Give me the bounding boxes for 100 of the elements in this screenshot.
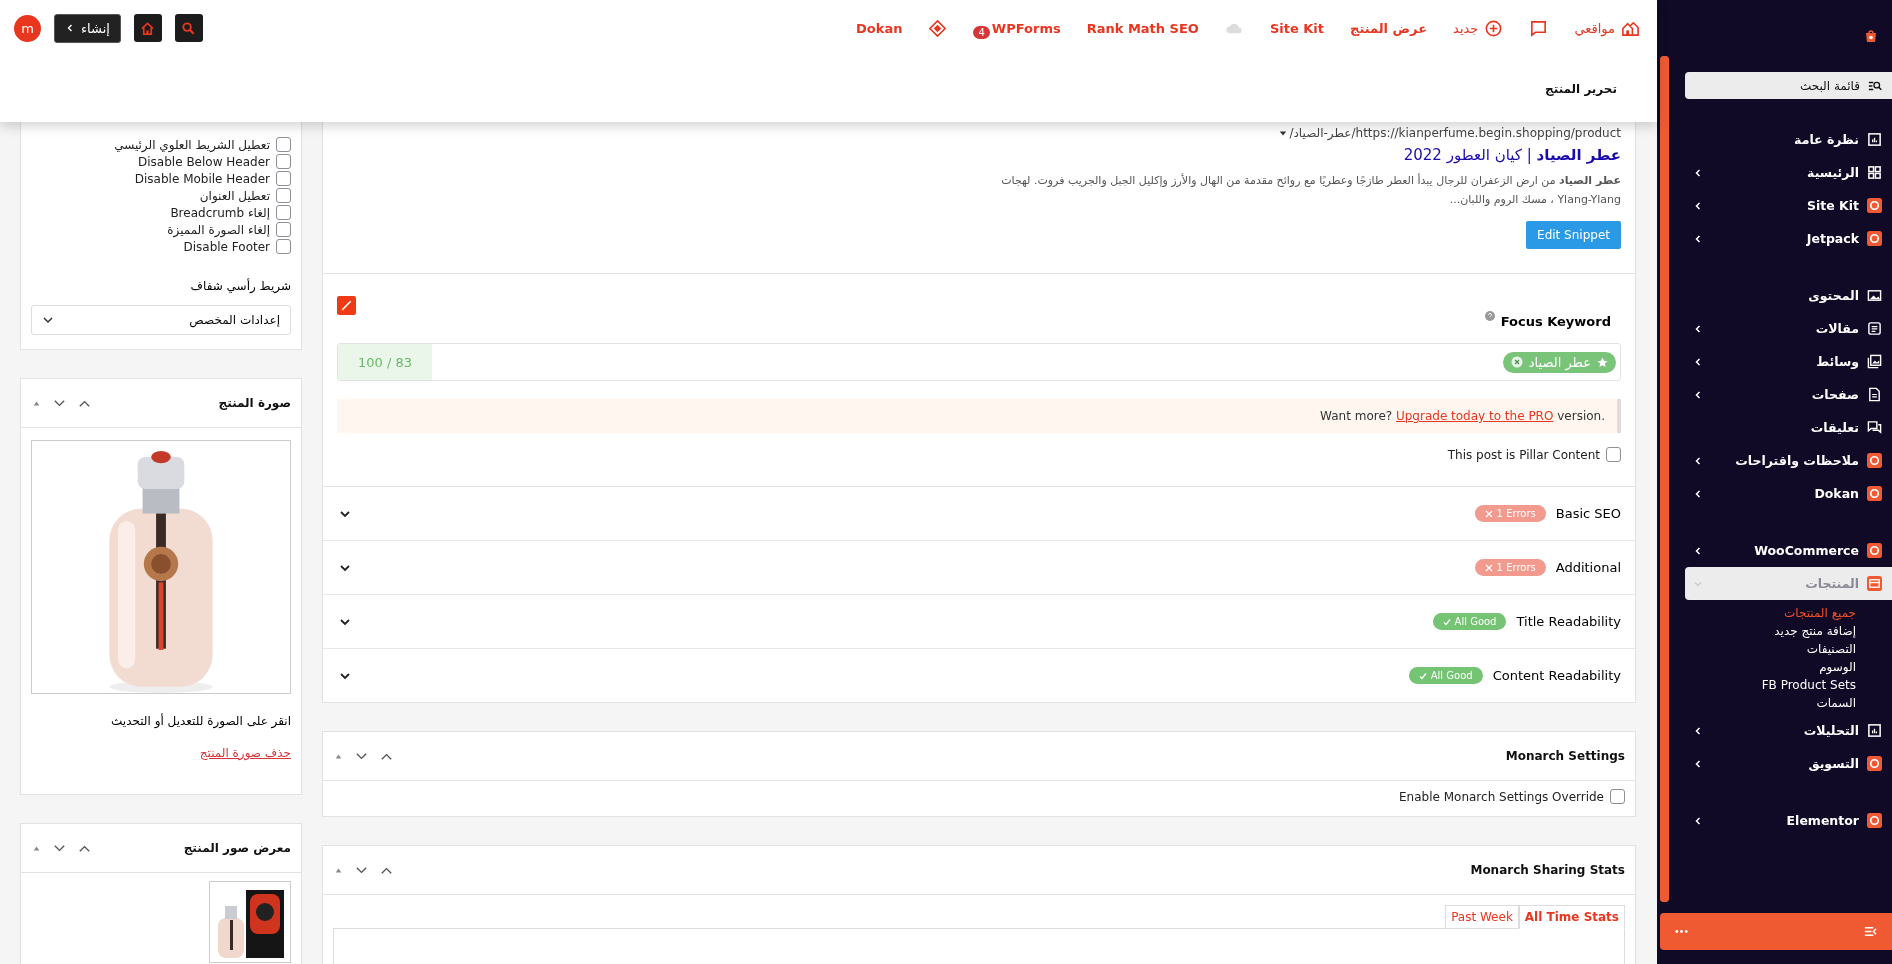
- section-toggle[interactable]: Basic SEO: [1555, 506, 1621, 522]
- menu-item[interactable]: التحليلات: [1685, 714, 1892, 747]
- plugin-logo-icon: [1867, 198, 1882, 213]
- menu-item[interactable]: مقالات: [1685, 312, 1892, 345]
- plugin-logo-icon: [1867, 756, 1882, 771]
- keyword-score: 100 / 83: [338, 344, 432, 381]
- status-badge: All Good: [1432, 613, 1507, 631]
- menu-item[interactable]: نظرة عامة: [1685, 123, 1892, 156]
- grid-icon: [1867, 165, 1882, 180]
- upgrade-notice: Want more? Upgrade today to the PRO version.: [337, 399, 1621, 434]
- toolbar-link[interactable]: عرض المنتج: [1350, 20, 1428, 36]
- chevron-icon: [65, 23, 75, 33]
- toolbar-link[interactable]: WPForms: [991, 20, 1061, 36]
- menu-item[interactable]: صفحات: [1685, 378, 1892, 411]
- panel-title: صورة المنتج: [218, 396, 291, 410]
- menu-item[interactable]: ملاحظات واقتراحات: [1685, 444, 1892, 477]
- menu-item[interactable]: WooCommerce: [1685, 534, 1892, 567]
- pen-icon[interactable]: [337, 296, 356, 316]
- submenu-item[interactable]: FB Product Sets: [1761, 678, 1856, 692]
- chevron-icon: [42, 314, 54, 326]
- section-toggle[interactable]: Additional: [1555, 560, 1621, 576]
- image-caption: انقر على الصورة للتعديل أو التحديث: [110, 714, 291, 728]
- home-icon: [140, 20, 156, 36]
- checkbox[interactable]: [276, 137, 291, 152]
- media-icon: [1867, 354, 1882, 369]
- search-button[interactable]: [174, 14, 203, 42]
- checkbox-label: Disable Mobile Header: [134, 171, 270, 186]
- toolbar-link[interactable]: Rank Math SEO: [1086, 20, 1199, 36]
- tab[interactable]: All Time Stats: [1518, 905, 1625, 930]
- checkbox[interactable]: [276, 239, 291, 254]
- toolbar-link[interactable]: جديد: [1453, 18, 1504, 38]
- remove-image-link[interactable]: حذف صورة المنتج: [199, 746, 291, 760]
- status-badge: All Good: [1408, 667, 1483, 685]
- checkbox-label: This post is Pillar Content: [1447, 447, 1600, 462]
- section-toggle[interactable]: Title Readability: [1516, 614, 1621, 630]
- chart-icon: [1867, 132, 1882, 147]
- create-button[interactable]: إنشاء: [54, 13, 121, 43]
- checkbox-label: تعطيل الشريط العلوي الرئيسي: [114, 137, 270, 152]
- scroll-bar[interactable]: [1660, 56, 1669, 902]
- tab[interactable]: Past Week: [1445, 905, 1519, 930]
- search-field[interactable]: قائمة البحث: [1685, 72, 1892, 99]
- diamond-icon[interactable]: [928, 18, 948, 38]
- checkbox[interactable]: [276, 205, 291, 220]
- link-label: جديد: [1453, 20, 1479, 36]
- snippet-url: https://kianperfume.begin.shopping/product/عطر-الصياد/: [1289, 126, 1621, 140]
- menu-item[interactable]: المحتوى: [1685, 279, 1892, 312]
- avatar[interactable]: m: [14, 14, 41, 42]
- submenu-item[interactable]: إضافة منتج جديد: [1774, 624, 1856, 638]
- plus-icon: [1484, 18, 1504, 38]
- dropdown[interactable]: إعدادات المخصص: [31, 305, 291, 335]
- caret-icon: [1279, 129, 1288, 137]
- toolbar-link[interactable]: Site Kit: [1269, 20, 1325, 36]
- checkbox[interactable]: [276, 154, 291, 169]
- checkbox[interactable]: [1610, 789, 1625, 805]
- count-badge: 4: [973, 25, 990, 39]
- panel-title: Monarch Settings: [1505, 749, 1625, 764]
- menu-item[interactable]: Site Kit: [1685, 189, 1892, 222]
- section-toggle[interactable]: Content Readability: [1492, 668, 1621, 684]
- submenu-item[interactable]: السمات: [1816, 696, 1856, 710]
- plugin-logo-icon: [1867, 543, 1882, 558]
- comment-icon[interactable]: [1529, 18, 1549, 38]
- page-title: تحرير المنتج: [1544, 81, 1618, 96]
- search-icon: [181, 20, 197, 36]
- plugin-logo-icon: [1867, 453, 1882, 468]
- menu-item[interactable]: Elementor: [1685, 804, 1892, 837]
- checkbox[interactable]: [276, 171, 291, 186]
- checkbox[interactable]: [276, 222, 291, 237]
- checkbox[interactable]: [1606, 447, 1621, 463]
- home-button[interactable]: [133, 14, 162, 42]
- plugin-logo-icon: [1867, 486, 1882, 501]
- menu-item[interactable]: Dokan: [1685, 477, 1892, 510]
- menu-item[interactable]: وسائط: [1685, 345, 1892, 378]
- menu-item[interactable]: الرئيسية: [1685, 156, 1892, 189]
- plugin-logo-icon: [1867, 231, 1882, 246]
- focus-keyword-label: Focus Keyword: [1500, 314, 1612, 330]
- checkbox[interactable]: [276, 188, 291, 203]
- upgrade-link[interactable]: Upgrade today to the PRO: [1395, 409, 1554, 424]
- checkbox-label: Disable Below Header: [138, 154, 270, 169]
- toolbar-link[interactable]: Dokan: [856, 20, 903, 36]
- checkbox-label: تعطيل العنوان: [199, 188, 270, 203]
- checkbox-label: إلغاء الصورة المميزة: [167, 222, 270, 237]
- help-icon[interactable]: [1484, 311, 1495, 322]
- snippet-title: عطر الصياد | كيان العطور 2022: [1403, 146, 1621, 164]
- submenu-item[interactable]: جميع المنتجات: [1783, 606, 1856, 620]
- field-label: شريط رأسي شفاف: [189, 279, 291, 293]
- collapse-icon[interactable]: [1863, 924, 1878, 939]
- submenu-item[interactable]: التصنيفات: [1806, 642, 1856, 656]
- site-logo-icon[interactable]: [1864, 29, 1878, 43]
- checkbox-label: Disable Footer: [183, 239, 270, 254]
- toolbar-link[interactable]: مواقعي: [1574, 18, 1640, 38]
- menu-item[interactable]: تعليقات: [1685, 411, 1892, 444]
- chat-icon: [1867, 420, 1882, 435]
- box-icon: [1867, 576, 1882, 591]
- images-icon: [1867, 288, 1882, 303]
- checkbox-label: Enable Monarch Settings Override: [1399, 789, 1604, 804]
- remove-icon[interactable]: [1510, 356, 1523, 369]
- plugin-logo-icon: [1867, 813, 1882, 828]
- menu-item[interactable]: التسويق: [1685, 747, 1892, 780]
- menu-item[interactable]: Jetpack: [1685, 222, 1892, 255]
- submenu-item[interactable]: الوسوم: [1819, 660, 1856, 674]
